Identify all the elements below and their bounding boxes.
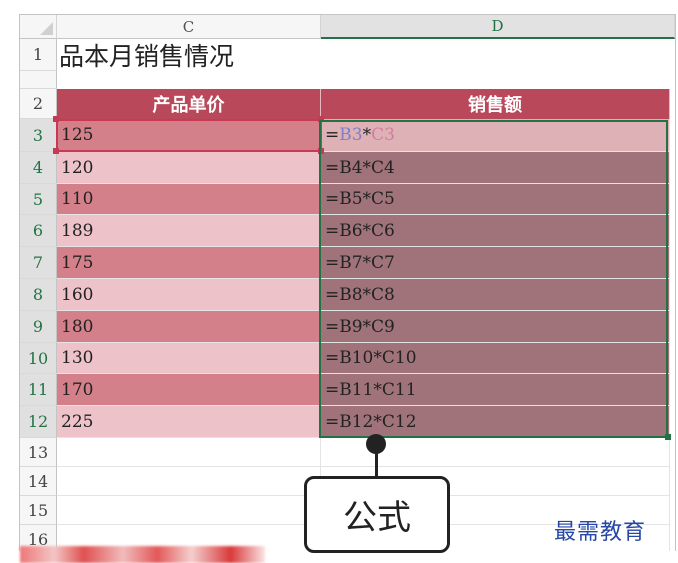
reference-handle-icon[interactable]	[53, 116, 59, 122]
formula-cell-d11[interactable]: =B11*C11	[321, 374, 670, 406]
formula-cell-d7[interactable]: =B7*C7	[321, 247, 670, 279]
column-header-d[interactable]: D	[321, 15, 675, 39]
row-header-8[interactable]: 8	[20, 279, 57, 311]
watermark-text: 最需教育	[554, 520, 647, 545]
row-header-2[interactable]: 2	[20, 89, 57, 119]
select-all-triangle-icon	[40, 22, 53, 35]
formula-cell-d9[interactable]: =B9*C9	[321, 311, 670, 343]
blurred-caption	[20, 546, 265, 563]
column-header-c[interactable]: C	[57, 15, 321, 39]
price-cell-c7[interactable]: 175	[57, 247, 321, 279]
formula-cell-d4[interactable]: =B4*C4	[321, 152, 670, 184]
fill-handle-icon[interactable]	[665, 434, 671, 440]
cell-c14[interactable]	[57, 467, 321, 496]
formula-equals: =	[325, 125, 340, 145]
price-cell-c12[interactable]: 225	[57, 406, 321, 438]
row-header-11[interactable]: 11	[20, 374, 57, 406]
price-cell-c10[interactable]: 130	[57, 343, 321, 374]
header-cell-price[interactable]: 产品单价	[57, 89, 321, 119]
row-header-1[interactable]: 1	[20, 39, 57, 71]
price-cell-c3[interactable]: 125	[57, 119, 321, 152]
formula-cell-d5[interactable]: =B5*C5	[321, 184, 670, 215]
row-header-15[interactable]: 15	[20, 496, 57, 525]
price-cell-c9[interactable]: 180	[57, 311, 321, 343]
title-cell[interactable]: 品本月销售情况	[57, 39, 359, 71]
header-cell-sales[interactable]: 销售额	[321, 89, 670, 119]
cell-c15[interactable]	[57, 496, 321, 525]
formula-cell-d8[interactable]: =B8*C8	[321, 279, 670, 311]
spreadsheet-grid: C D 1 品本月销售情况 2 产品单价 销售额 3 125 = B3 * C3 4 …	[19, 14, 676, 551]
row-header-12[interactable]: 12	[20, 406, 57, 438]
formula-ref-c3: C3	[371, 125, 395, 145]
price-cell-c8[interactable]: 160	[57, 279, 321, 311]
reference-handle-icon[interactable]	[53, 148, 59, 154]
reference-handle-icon[interactable]	[318, 116, 324, 122]
row-header-14[interactable]: 14	[20, 467, 57, 496]
row-header-9[interactable]: 9	[20, 311, 57, 343]
price-cell-c4[interactable]: 120	[57, 152, 321, 184]
row-header-spacer	[20, 71, 57, 89]
formula-cell-d3[interactable]: = B3 * C3	[321, 119, 670, 152]
row-header-3[interactable]: 3	[20, 119, 57, 152]
price-cell-c6[interactable]: 189	[57, 215, 321, 247]
formula-operator: *	[362, 125, 372, 145]
callout-pointer-dot-icon	[366, 434, 386, 454]
formula-ref-b3: B3	[339, 125, 363, 145]
row-header-13[interactable]: 13	[20, 438, 57, 467]
formula-cell-d10[interactable]: =B10*C10	[321, 343, 670, 374]
callout-label: 公式	[304, 476, 450, 553]
reference-handle-icon[interactable]	[318, 148, 324, 154]
row-header-5[interactable]: 5	[20, 184, 57, 215]
row-header-7[interactable]: 7	[20, 247, 57, 279]
row-header-4[interactable]: 4	[20, 152, 57, 184]
price-cell-c5[interactable]: 110	[57, 184, 321, 215]
select-all-corner[interactable]	[20, 15, 57, 39]
cell-c13[interactable]	[57, 438, 321, 467]
row-header-10[interactable]: 10	[20, 343, 57, 374]
formula-cell-d6[interactable]: =B6*C6	[321, 215, 670, 247]
price-cell-c11[interactable]: 170	[57, 374, 321, 406]
row-header-6[interactable]: 6	[20, 215, 57, 247]
